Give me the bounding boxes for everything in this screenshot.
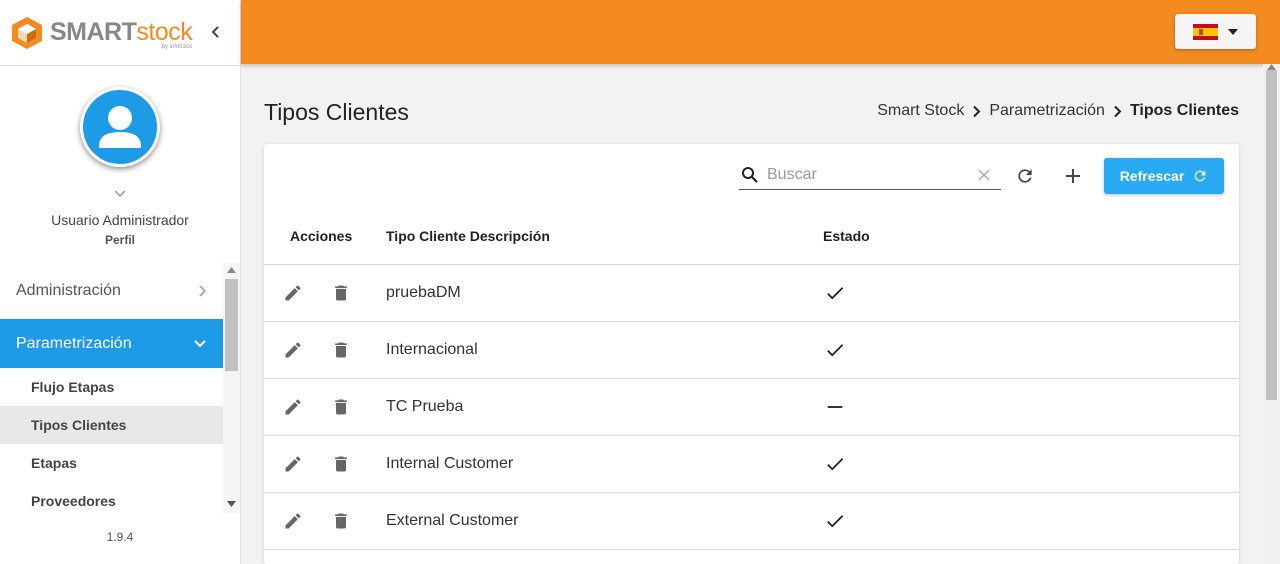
chevron-right-icon [199, 285, 207, 297]
avatar[interactable] [80, 87, 160, 167]
estado-indicator [824, 339, 846, 361]
edit-icon [285, 285, 301, 301]
header-acciones: Acciones [290, 228, 353, 244]
delete-button[interactable] [329, 281, 353, 305]
header-descripcion[interactable]: Tipo Cliente Descripción [386, 228, 550, 244]
app-version: 1.9.4 [106, 530, 134, 544]
estado-indicator [824, 510, 846, 532]
sidebar-item-label: Administración [16, 282, 121, 299]
refrescar-button[interactable]: Refrescar [1104, 158, 1224, 194]
search-box [739, 160, 1001, 190]
dash-icon [827, 406, 843, 408]
edit-icon [285, 399, 301, 415]
chevron-left-icon [211, 26, 219, 38]
user-name: Usuario Administrador [51, 212, 189, 228]
delete-button[interactable] [329, 452, 353, 476]
edit-icon [285, 513, 301, 529]
table-row: pruebaDM [264, 265, 1239, 322]
trash-icon [335, 513, 347, 529]
table-card: Refrescar Acciones Tipo Cliente Descripc… [264, 144, 1239, 564]
sidebar-scrollbar[interactable] [223, 263, 240, 513]
brand-name: SMARTstock by infotrack [50, 18, 193, 51]
language-selector[interactable] [1175, 14, 1256, 49]
chevron-down-icon [194, 339, 206, 347]
estado-indicator [824, 453, 846, 475]
smartstock-logo-icon [12, 16, 42, 49]
clear-icon[interactable] [977, 168, 991, 182]
chevron-down-icon[interactable] [112, 188, 128, 200]
page-scroll-thumb[interactable] [1266, 70, 1277, 400]
delete-button[interactable] [329, 395, 353, 419]
chevron-right-icon [973, 105, 981, 117]
sidebar-scroll-thumb[interactable] [225, 279, 238, 371]
sidebar-subitem-flujo-etapas[interactable]: Flujo Etapas [0, 368, 223, 406]
sidebar-menu: Administración Parametrización Flujo Eta… [0, 263, 223, 513]
trash-icon [335, 342, 347, 358]
breadcrumb-item[interactable]: Parametrización [989, 102, 1105, 120]
check-icon [827, 344, 844, 357]
page-scrollbar[interactable] [1263, 64, 1280, 564]
refresh-icon [1194, 170, 1206, 182]
refresh-icon [1018, 169, 1032, 183]
edit-button[interactable] [281, 395, 305, 419]
tipo-cliente-descripcion: TC Prueba [386, 398, 464, 415]
edit-button[interactable] [281, 509, 305, 533]
chevron-right-icon [1114, 105, 1122, 117]
scroll-down-icon[interactable] [227, 501, 236, 507]
edit-icon [285, 456, 301, 472]
delete-button[interactable] [329, 509, 353, 533]
header-estado[interactable]: Estado [823, 228, 870, 244]
edit-button[interactable] [281, 452, 305, 476]
check-icon [827, 515, 844, 528]
tipo-cliente-descripcion: pruebaDM [386, 284, 461, 301]
edit-button[interactable] [281, 281, 305, 305]
edit-icon [285, 342, 301, 358]
sidebar-item-parametrizacion[interactable]: Parametrización [0, 319, 223, 368]
caret-down-icon [1228, 28, 1238, 35]
check-icon [827, 287, 844, 300]
table-row: Internal Customer [264, 436, 1239, 493]
estado-indicator [824, 282, 846, 304]
trash-icon [335, 399, 347, 415]
refrescar-label: Refrescar [1119, 168, 1185, 184]
breadcrumb-item[interactable]: Smart Stock [877, 102, 964, 120]
sidebar-item-label: Parametrización [16, 334, 132, 352]
edit-button[interactable] [281, 338, 305, 362]
trash-icon [335, 285, 347, 301]
scroll-up-icon[interactable] [227, 267, 236, 273]
table-header: Acciones Tipo Cliente Descripción Estado [264, 208, 1239, 265]
add-button[interactable] [1059, 162, 1087, 190]
sidebar-subitem-tipos-clientes[interactable]: Tipos Clientes [0, 406, 223, 444]
user-role: Perfil [104, 233, 135, 247]
table-row: External Customer [264, 493, 1239, 550]
breadcrumb: Smart Stock Parametrización Tipos Client… [877, 102, 1239, 120]
tipo-cliente-descripcion: Internal Customer [386, 455, 514, 472]
table-row: TC Prueba [264, 379, 1239, 436]
table-row: Internacional [264, 322, 1239, 379]
top-bar [241, 0, 1280, 64]
search-icon [742, 166, 758, 183]
collapse-sidebar-button[interactable] [205, 21, 227, 43]
user-icon [99, 106, 141, 148]
tipo-cliente-descripcion: External Customer [386, 512, 519, 529]
search-input[interactable] [767, 165, 967, 184]
page-title: Tipos Clientes [264, 99, 409, 125]
trash-icon [335, 456, 347, 472]
reload-button[interactable] [1011, 162, 1039, 190]
breadcrumb-current: Tipos Clientes [1129, 102, 1239, 119]
sidebar-subitem-etapas[interactable]: Etapas [0, 444, 223, 482]
plus-icon [1066, 169, 1080, 183]
logo-bar: SMARTstock by infotrack [0, 0, 240, 66]
sidebar-subitem-proveedores[interactable]: Proveedores [0, 482, 223, 513]
spain-flag-icon [1193, 23, 1218, 40]
sidebar: SMARTstock by infotrack Usuario Administ… [0, 0, 241, 564]
delete-button[interactable] [329, 338, 353, 362]
check-icon [827, 458, 844, 471]
sidebar-item-administracion[interactable]: Administración [0, 263, 223, 319]
estado-indicator [824, 396, 846, 418]
tipo-cliente-descripcion: Internacional [386, 341, 478, 358]
